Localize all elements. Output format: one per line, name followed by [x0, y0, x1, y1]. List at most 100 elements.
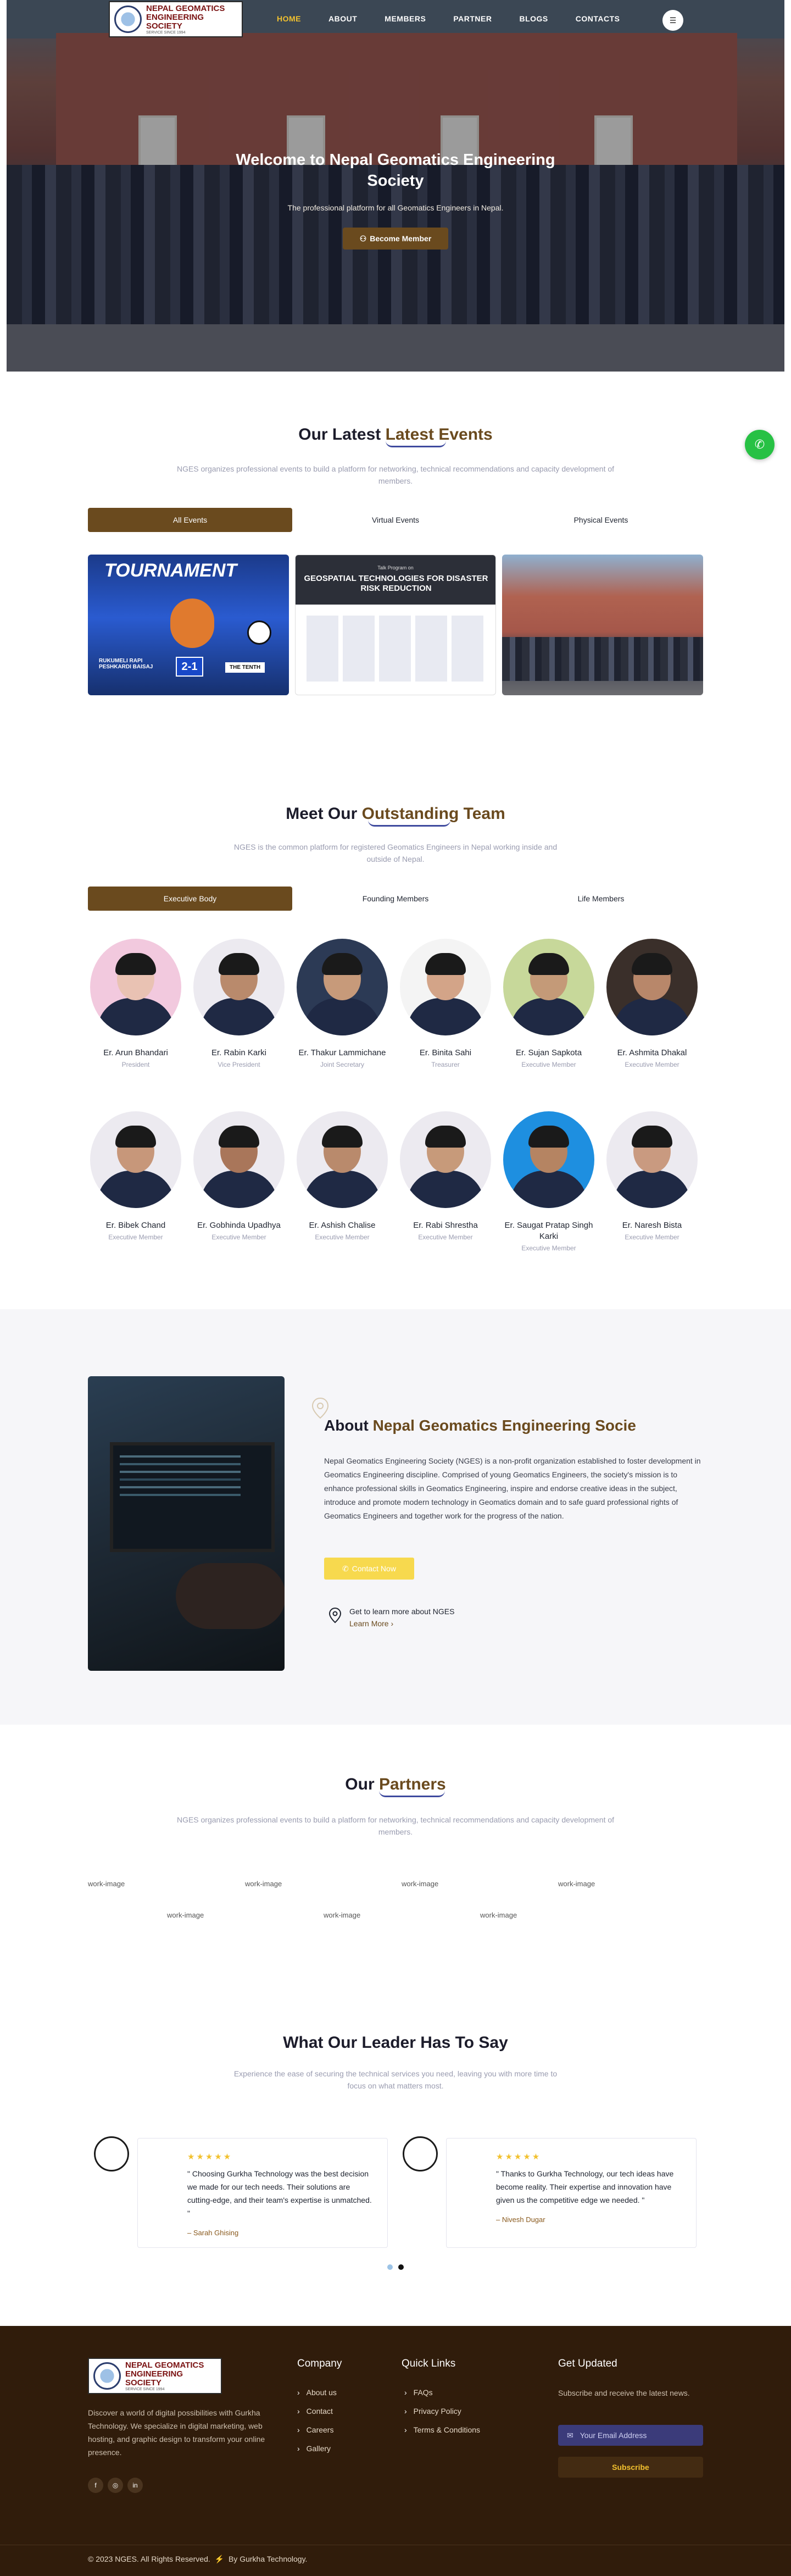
become-member-button[interactable]: ⚇ Become Member [343, 228, 448, 250]
team-member-card: Er. Ashmita Dhakal Executive Member [606, 939, 698, 1068]
footer-link-about[interactable]: › About us [297, 2383, 337, 2402]
avatar [297, 939, 388, 1035]
credit-link[interactable]: By Gurkha Technology. [229, 2555, 307, 2563]
member-name: Er. Ashmita Dhakal [617, 1048, 687, 1057]
member-role: Vice President [218, 1061, 260, 1068]
instagram-icon[interactable]: ◎ [108, 2478, 123, 2493]
avatar [193, 939, 285, 1035]
footer-link-privacy[interactable]: › Privacy Policy [404, 2402, 480, 2420]
partner-image: work-image [245, 1880, 282, 1888]
subscribe-button[interactable]: Subscribe [558, 2457, 703, 2478]
testimonial-author: – Nivesh Dugar [496, 2215, 545, 2224]
newsletter-email-field[interactable]: ✉ Your Email Address [558, 2425, 703, 2446]
tab-physical-events[interactable]: Physical Events [499, 508, 703, 532]
event-poster-kicker: Talk Program on [377, 565, 414, 570]
learn-more-link[interactable]: Learn More › [349, 1619, 454, 1628]
nav-members[interactable]: MEMBERS [385, 14, 426, 23]
about-image-monitor [110, 1442, 275, 1552]
whatsapp-button[interactable]: ✆ [745, 430, 775, 459]
footer-updates-text: Subscribe and receive the latest news. [558, 2389, 690, 2397]
copyright-text: © 2023 NGES. All Rights Reserved. [88, 2555, 210, 2563]
partners-title-underline [379, 1791, 445, 1797]
avatar [193, 1111, 285, 1208]
avatar [403, 2136, 438, 2171]
carousel-dot[interactable] [387, 2264, 393, 2270]
footer-updates-heading: Get Updated [558, 2358, 617, 2369]
partner-image: work-image [88, 1880, 125, 1888]
logo-tagline: SERVICE SINCE 1994 [146, 30, 186, 35]
event-poster-title: GEOSPATIAL TECHNOLOGIES FOR DISASTER RIS… [304, 574, 488, 593]
avatar [94, 2136, 129, 2171]
user-icon: ⚇ [359, 234, 367, 243]
rating-stars: ★★★★★ [496, 2152, 542, 2162]
member-name: Er. Thakur Lammichane [298, 1048, 386, 1057]
logo-line-2: ENGINEERING SOCIETY [146, 12, 204, 31]
nav-home[interactable]: HOME [277, 14, 301, 23]
tab-life-members[interactable]: Life Members [499, 887, 703, 911]
nav-about[interactable]: ABOUT [328, 14, 357, 23]
footer-link-contact[interactable]: › Contact [297, 2402, 337, 2420]
event-poster-player [170, 599, 214, 648]
event-card-group-photo[interactable] [502, 555, 703, 695]
event-photo-group [502, 637, 703, 681]
member-role: Executive Member [625, 1233, 679, 1241]
testimonial-quote: " Thanks to Gurkha Technology, our tech … [496, 2169, 674, 2204]
whatsapp-icon: ✆ [754, 437, 765, 451]
member-role: Executive Member [521, 1061, 576, 1068]
about-image [88, 1376, 285, 1671]
testimonial-card: ★★★★★ " Thanks to Gurkha Technology, our… [403, 2136, 697, 2248]
hero-subtitle: The professional platform for all Geomat… [287, 203, 504, 212]
event-score: 2-1 [176, 657, 203, 677]
linkedin-icon[interactable]: in [127, 2478, 143, 2493]
team-member-card: Er. Ashish Chalise Executive Member [297, 1111, 388, 1241]
rating-stars: ★★★★★ [187, 2152, 233, 2162]
team-title-underline [368, 820, 450, 827]
testimonial-author: – Sarah Ghising [187, 2229, 239, 2237]
logo-line-1: NEPAL GEOMATICS [125, 2360, 204, 2370]
nav-contacts[interactable]: CONTACTS [576, 14, 620, 23]
site-logo[interactable]: NEPAL GEOMATICS ENGINEERING SOCIETY SERV… [109, 1, 243, 37]
partner-image: work-image [480, 1911, 517, 1919]
team-member-card: Er. Gobhinda Upadhya Executive Member [193, 1111, 285, 1241]
contact-now-button[interactable]: ✆ Contact Now [324, 1558, 414, 1580]
footer-link-terms[interactable]: › Terms & Conditions [404, 2420, 480, 2439]
nav-blogs[interactable]: BLOGS [519, 14, 548, 23]
footer-link-faqs[interactable]: › FAQs [404, 2383, 480, 2402]
member-name: Er. Sujan Sapkota [515, 1048, 582, 1057]
member-role: Executive Member [108, 1233, 163, 1241]
member-role: Treasurer [431, 1061, 460, 1068]
facebook-icon[interactable]: f [88, 2478, 103, 2493]
event-card-geospatial[interactable]: Talk Program on GEOSPATIAL TECHNOLOGIES … [295, 555, 496, 695]
avatar [90, 1111, 181, 1208]
team-member-card: Er. Arun Bhandari President [90, 939, 181, 1068]
carousel-dot-active[interactable] [398, 2264, 404, 2270]
events-subtitle: NGES organizes professional events to bu… [176, 464, 615, 485]
location-icon [328, 1607, 342, 1626]
avatar [90, 939, 181, 1035]
event-card-tournament[interactable]: TOURNAMENT RUKUMELI RAPI PESHKARDI BAISA… [88, 555, 289, 695]
menu-toggle-button[interactable]: ☰ [662, 10, 683, 31]
about-title-highlight: Nepal Geomatics Engineering Socie [372, 1417, 636, 1434]
footer-link-gallery[interactable]: › Gallery [297, 2439, 337, 2458]
events-title-underline [386, 441, 446, 447]
partner-image: work-image [402, 1880, 439, 1888]
avatar [400, 1111, 491, 1208]
member-role: Executive Member [315, 1233, 370, 1241]
about-image-hands [176, 1563, 285, 1629]
footer-link-careers[interactable]: › Careers [297, 2420, 337, 2439]
event-poster-title: TOURNAMENT [104, 560, 237, 581]
tab-executive-body[interactable]: Executive Body [88, 887, 292, 911]
team-tabs: Executive Body Founding Members Life Mem… [88, 887, 703, 911]
member-role: Executive Member [625, 1061, 679, 1068]
nav-partner[interactable]: PARTNER [453, 14, 492, 23]
logo-line-2: ENGINEERING SOCIETY [125, 2369, 183, 2387]
tab-virtual-events[interactable]: Virtual Events [293, 508, 498, 532]
member-name: Er. Rabi Shrestha [413, 1221, 478, 1230]
tab-all-events[interactable]: All Events [88, 508, 292, 532]
football-icon [247, 621, 271, 645]
tab-founding-members[interactable]: Founding Members [293, 887, 498, 911]
member-role: President [121, 1061, 150, 1068]
footer-logo[interactable]: NEPAL GEOMATICS ENGINEERING SOCIETY SERV… [88, 2358, 222, 2394]
contact-now-label: Contact Now [352, 1564, 396, 1573]
about-body: Nepal Geomatics Engineering Society (NGE… [324, 1456, 701, 1520]
